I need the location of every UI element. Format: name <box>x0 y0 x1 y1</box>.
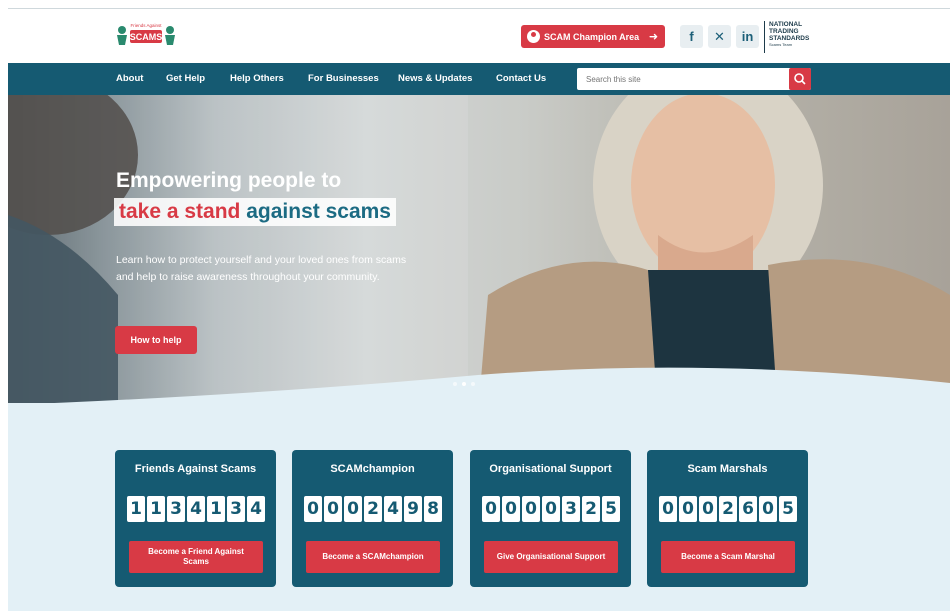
how-to-help-button[interactable]: How to help <box>115 326 197 354</box>
counter-card-organisational: Organisational Support 0000325 Give Orga… <box>470 450 631 587</box>
counter-digit: 4 <box>247 496 265 522</box>
counter-digit: 1 <box>147 496 165 522</box>
counters-section: Friends Against Scams 1134134 Become a F… <box>8 403 950 611</box>
carousel-dot[interactable] <box>462 382 466 386</box>
counter-digits: 0000325 <box>482 496 622 522</box>
counter-digit: 0 <box>659 496 677 522</box>
counter-digit: 9 <box>404 496 422 522</box>
svg-text:Friends Against: Friends Against <box>130 23 162 28</box>
counter-digits: 1134134 <box>127 496 267 522</box>
counter-title: Organisational Support <box>489 463 612 475</box>
carousel-dots <box>453 382 475 386</box>
counter-digit: 2 <box>582 496 600 522</box>
counter-digit: 0 <box>679 496 697 522</box>
login-button[interactable]: ➜ <box>642 25 665 48</box>
counter-card-marshals: Scam Marshals 0002605 Become a Scam Mars… <box>647 450 808 587</box>
counter-digits: 0002498 <box>304 496 444 522</box>
counter-digit: 4 <box>384 496 402 522</box>
counter-digit: 2 <box>719 496 737 522</box>
hero-subtitle-red: take a stand <box>119 200 241 223</box>
user-icon <box>527 30 540 43</box>
nav-about[interactable]: About <box>116 63 143 95</box>
search-box <box>577 68 811 90</box>
nav-help-others[interactable]: Help Others <box>230 63 284 95</box>
counter-digit: 0 <box>502 496 520 522</box>
counter-title: Scam Marshals <box>687 463 768 475</box>
hero-subtitle-teal: against scams <box>246 200 391 223</box>
carousel-dot[interactable] <box>453 382 457 386</box>
scam-champion-area-button[interactable]: SCAM Champion Area <box>521 25 648 48</box>
counter-digit: 1 <box>127 496 145 522</box>
site-logo[interactable]: SCAMS Friends Against <box>114 21 178 51</box>
linkedin-link[interactable]: in <box>736 25 759 48</box>
counter-digit: 2 <box>364 496 382 522</box>
top-bar: SCAMS Friends Against SCAM Champion Area… <box>8 8 950 63</box>
counter-digit: 4 <box>187 496 205 522</box>
counter-digit: 0 <box>482 496 500 522</box>
become-scamchampion-button[interactable]: Become a SCAMchampion <box>306 541 440 573</box>
hero-banner: Empowering people to take a stand agains… <box>8 95 950 415</box>
linkedin-icon: in <box>741 29 754 44</box>
search-icon <box>794 73 806 85</box>
nav-for-businesses[interactable]: For Businesses <box>308 63 379 95</box>
counter-digits: 0002605 <box>659 496 799 522</box>
give-support-button[interactable]: Give Organisational Support <box>484 541 618 573</box>
counter-card-scamchampion: SCAMchampion 0002498 Become a SCAMchampi… <box>292 450 453 587</box>
counter-digit: 0 <box>304 496 322 522</box>
search-input[interactable] <box>577 68 787 90</box>
svg-text:SCAMS: SCAMS <box>130 32 163 42</box>
x-link[interactable]: ✕ <box>708 25 731 48</box>
scam-champion-area-label: SCAM Champion Area <box>544 31 640 42</box>
counter-digit: 3 <box>562 496 580 522</box>
counter-digit: 0 <box>344 496 362 522</box>
hero-title: Empowering people to <box>116 169 342 192</box>
counter-digit: 0 <box>522 496 540 522</box>
hero-subtitle: take a stand against scams <box>114 198 396 226</box>
counter-title: SCAMchampion <box>330 463 415 475</box>
carousel-dot[interactable] <box>471 382 475 386</box>
counter-digit: 6 <box>739 496 757 522</box>
hero-description: Learn how to protect yourself and your l… <box>116 254 407 283</box>
search-button[interactable] <box>789 68 811 90</box>
become-friend-button[interactable]: Become a Friend Against Scams <box>129 541 263 573</box>
counter-digit: 8 <box>424 496 442 522</box>
counter-digit: 3 <box>227 496 245 522</box>
counter-digit: 0 <box>759 496 777 522</box>
counter-digit: 5 <box>602 496 620 522</box>
nav-news-updates[interactable]: News & Updates <box>398 63 472 95</box>
counter-digit: 0 <box>542 496 560 522</box>
x-icon: ✕ <box>714 28 725 44</box>
nav-contact-us[interactable]: Contact Us <box>496 63 546 95</box>
counter-digit: 1 <box>207 496 225 522</box>
facebook-icon: f <box>689 29 694 44</box>
counter-digit: 0 <box>324 496 342 522</box>
nav-get-help[interactable]: Get Help <box>166 63 205 95</box>
counter-card-friends: Friends Against Scams 1134134 Become a F… <box>115 450 276 587</box>
become-marshal-button[interactable]: Become a Scam Marshal <box>661 541 795 573</box>
main-nav: About Get Help Help Others For Businesse… <box>8 63 950 95</box>
page: SCAMS Friends Against SCAM Champion Area… <box>8 8 950 611</box>
national-trading-standards-logo[interactable]: NATIONAL TRADING STANDARDS Scams Team <box>764 21 820 53</box>
facebook-link[interactable]: f <box>680 25 703 48</box>
login-icon: ➜ <box>648 31 659 43</box>
counter-title: Friends Against Scams <box>134 463 257 475</box>
counter-digit: 0 <box>699 496 717 522</box>
counter-digit: 5 <box>779 496 797 522</box>
counter-digit: 3 <box>167 496 185 522</box>
